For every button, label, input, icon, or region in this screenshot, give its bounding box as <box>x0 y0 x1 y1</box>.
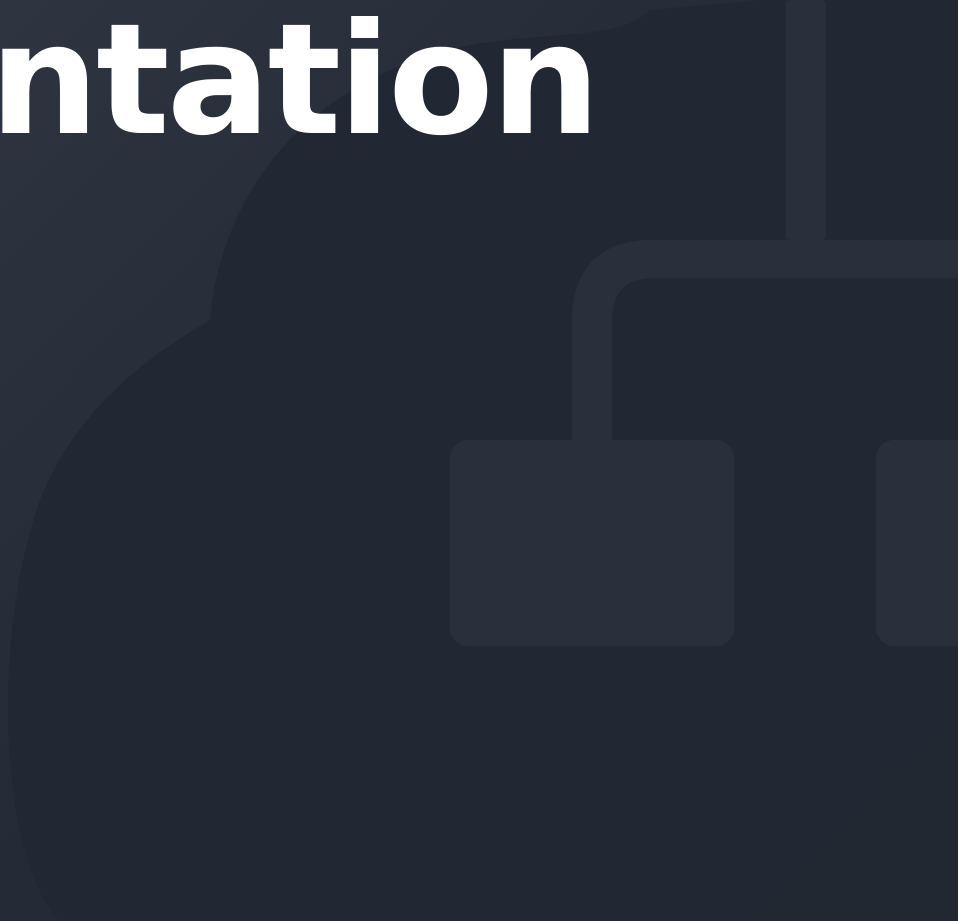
hero-banner: entation <box>0 0 958 921</box>
hero-title: entation <box>0 0 600 170</box>
